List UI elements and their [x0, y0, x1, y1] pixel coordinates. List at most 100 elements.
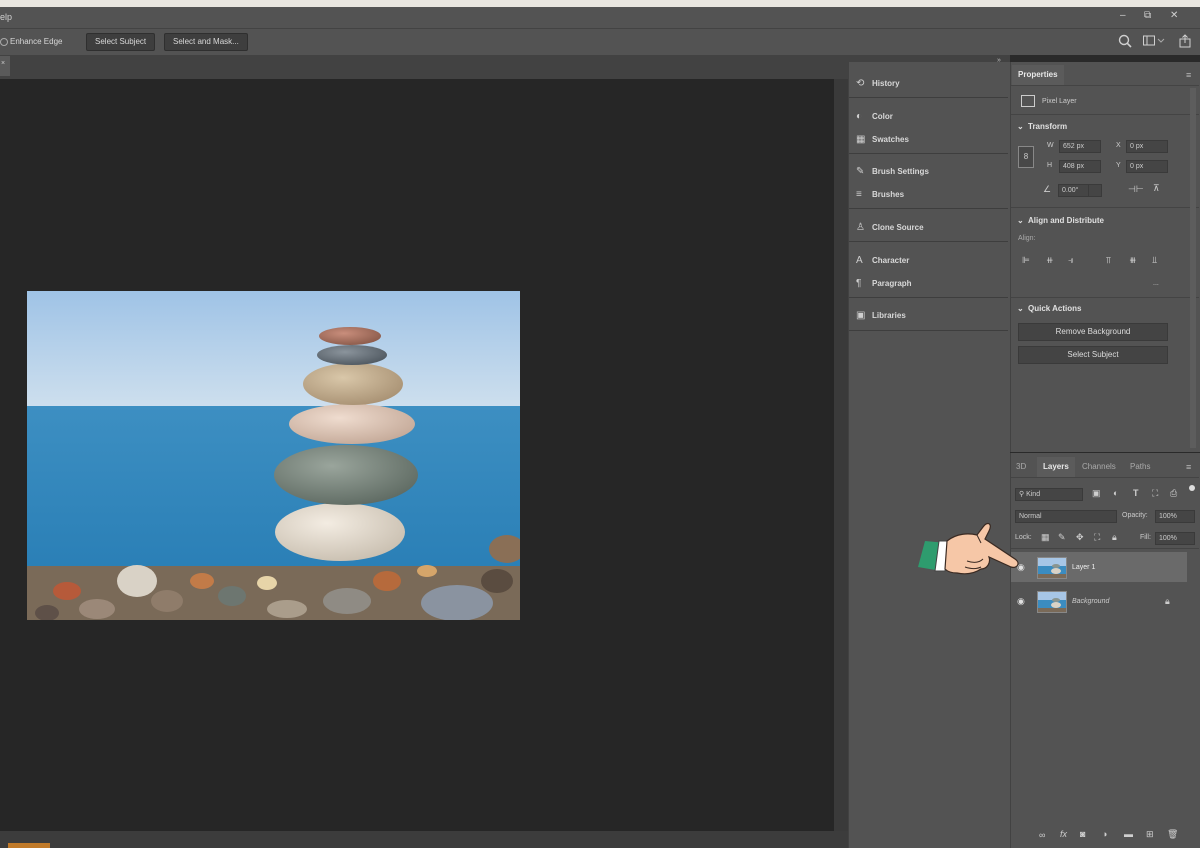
layers-panel-menu-icon[interactable]: ≡ — [1186, 462, 1191, 472]
filter-pixel-icon[interactable]: ▣ — [1092, 488, 1101, 499]
history-icon: ⟲ — [856, 78, 865, 89]
dock-history[interactable]: ⟲ History — [856, 75, 900, 93]
share-icon[interactable] — [1179, 34, 1191, 50]
link-layers-icon[interactable]: ∞ — [1039, 830, 1045, 840]
fill-field[interactable]: 100% — [1155, 532, 1195, 545]
minimize-button[interactable]: – — [1120, 10, 1126, 21]
align-section-toggle[interactable]: ⌄ — [1017, 216, 1024, 225]
divider — [1011, 297, 1199, 298]
lock-icon: 🔒︎ — [1165, 596, 1170, 606]
restore-button[interactable]: ⧉ — [1144, 10, 1151, 21]
width-field[interactable]: 652 px — [1059, 140, 1101, 153]
tab-properties[interactable]: Properties — [1012, 65, 1064, 85]
dock-brush-settings[interactable]: ✎ Brush Settings — [856, 163, 929, 181]
search-icon[interactable] — [1118, 34, 1132, 50]
menu-bar — [0, 7, 1200, 28]
dock-divider — [849, 153, 1008, 154]
brushes-icon: ≡ — [856, 189, 862, 200]
filter-type-icon[interactable]: T — [1133, 488, 1139, 498]
divider — [1011, 207, 1199, 208]
lock-position-icon[interactable]: ✥ — [1076, 532, 1084, 543]
align-vertical-centers-icon[interactable]: ⧻ — [1129, 255, 1137, 266]
menu-help[interactable]: elp — [0, 12, 12, 22]
close-button[interactable]: ✕ — [1170, 10, 1178, 21]
angle-field[interactable]: 0.00° — [1058, 184, 1090, 197]
quick-actions-toggle[interactable]: ⌄ — [1017, 304, 1024, 313]
character-icon: A — [856, 255, 863, 266]
dock-libraries[interactable]: ▣ Libraries — [856, 307, 906, 325]
dock-paragraph[interactable]: ¶ Paragraph — [856, 275, 912, 293]
layer-thumbnail — [1037, 557, 1067, 579]
filter-toggle[interactable] — [1189, 485, 1195, 491]
delete-layer-icon[interactable]: 🗑︎ — [1167, 829, 1178, 840]
lock-artboard-icon[interactable]: ⛶ — [1094, 532, 1100, 543]
align-left-edges-icon[interactable]: ⊫ — [1022, 255, 1030, 266]
align-right-edges-icon[interactable]: ⫣ — [1068, 255, 1073, 266]
dock-brushes[interactable]: ≡ Brushes — [856, 186, 904, 204]
lock-all-icon[interactable]: 🔒︎ — [1112, 532, 1117, 543]
close-tab-icon[interactable]: × — [1, 60, 5, 67]
pixel-layer-icon — [1021, 95, 1035, 107]
new-group-icon[interactable]: ▬ — [1124, 829, 1133, 839]
lock-transparent-icon[interactable]: ▦ — [1041, 532, 1050, 543]
filter-smart-object-icon[interactable]: ⎙ — [1170, 488, 1177, 499]
enhance-edge-checkbox[interactable] — [0, 38, 8, 46]
dock-divider — [849, 297, 1008, 298]
more-options-button[interactable]: ... — [1153, 280, 1159, 287]
dock-character[interactable]: A Character — [856, 252, 909, 270]
tab-underline — [1011, 477, 1199, 478]
lock-image-icon[interactable]: ✎ — [1058, 532, 1066, 543]
filter-kind-dropdown[interactable]: ⚲ Kind — [1015, 488, 1083, 501]
flip-vertical-icon[interactable]: ⊼ — [1153, 183, 1160, 194]
angle-icon: ∠ — [1043, 184, 1052, 194]
add-mask-icon[interactable]: ◙ — [1080, 829, 1085, 839]
x-field[interactable]: 0 px — [1126, 140, 1168, 153]
select-subject-button[interactable]: Select Subject — [86, 33, 156, 51]
blend-mode-dropdown[interactable]: Normal — [1015, 510, 1117, 523]
height-field[interactable]: 408 px — [1059, 160, 1101, 173]
quick-actions-title: Quick Actions — [1028, 304, 1082, 313]
opacity-label: Opacity: — [1122, 512, 1148, 519]
tab-3d[interactable]: 3D — [1016, 457, 1026, 477]
w-label: W — [1047, 142, 1054, 149]
properties-scrollbar[interactable] — [1190, 88, 1196, 448]
eye-icon[interactable]: ◉ — [1017, 596, 1025, 607]
color-icon: ◐ — [856, 111, 863, 122]
dock-color[interactable]: ◐ Color — [856, 108, 893, 126]
brush-settings-icon: ✎ — [856, 166, 865, 177]
h-label: H — [1047, 162, 1053, 169]
panel-menu-icon[interactable]: ≡ — [1186, 70, 1191, 80]
filter-adjustment-icon[interactable]: ◐ — [1113, 488, 1118, 498]
align-bottom-edges-icon[interactable]: ⫫ — [1152, 255, 1157, 266]
select-subject-quick-button[interactable]: Select Subject — [1018, 346, 1168, 364]
workspace-icon[interactable] — [1143, 35, 1165, 49]
y-field[interactable]: 0 px — [1126, 160, 1168, 173]
pointing-hand-icon — [917, 519, 1023, 583]
select-and-mask-button[interactable]: Select and Mask... — [164, 33, 248, 51]
divider — [1011, 114, 1199, 115]
vertical-scrollbar[interactable] — [834, 79, 848, 831]
link-dimensions-icon[interactable]: 8 — [1018, 146, 1034, 168]
opacity-field[interactable]: 100% — [1155, 510, 1195, 523]
layer-name[interactable]: Layer 1 — [1072, 564, 1095, 571]
tab-paths[interactable]: Paths — [1130, 457, 1150, 477]
angle-dropdown[interactable] — [1088, 184, 1102, 197]
libraries-icon: ▣ — [856, 310, 866, 321]
new-layer-icon[interactable]: ⊞ — [1146, 829, 1154, 840]
layer-name[interactable]: Background — [1072, 598, 1109, 605]
document-image[interactable] — [27, 291, 520, 620]
layer-thumbnail — [1037, 591, 1067, 613]
align-top-edges-icon[interactable]: ⫪ — [1106, 255, 1111, 266]
filter-shape-icon[interactable]: ⛶ — [1152, 488, 1158, 499]
align-horizontal-centers-icon[interactable]: ⧺ — [1046, 255, 1054, 266]
transform-section-toggle[interactable]: ⌄ — [1017, 122, 1024, 131]
layer-style-icon[interactable]: fx — [1060, 829, 1067, 839]
remove-background-button[interactable]: Remove Background — [1018, 323, 1168, 341]
tab-channels[interactable]: Channels — [1082, 457, 1116, 477]
tab-layers[interactable]: Layers — [1037, 457, 1075, 477]
dock-clone-source[interactable]: ♙ Clone Source — [856, 219, 924, 237]
adjustment-layer-icon[interactable]: ◑ — [1102, 829, 1107, 839]
dock-swatches[interactable]: ▦ Swatches — [856, 131, 909, 149]
dock-collapse-icon[interactable]: » — [997, 57, 1001, 64]
flip-horizontal-icon[interactable]: ⊣⊢ — [1128, 184, 1144, 195]
